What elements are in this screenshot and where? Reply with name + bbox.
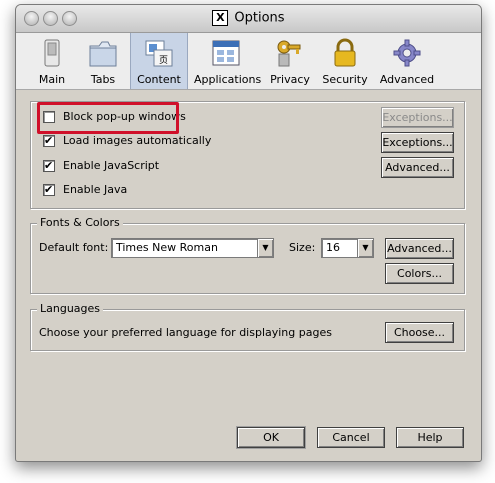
default-font-select[interactable]: Times New Roman ▼ bbox=[111, 238, 274, 258]
javascript-advanced-button[interactable]: Advanced... bbox=[381, 157, 454, 178]
load-images-label: Load images automatically bbox=[63, 134, 212, 147]
chevron-down-icon: ▼ bbox=[257, 239, 273, 257]
tab-content[interactable]: 页 Content bbox=[130, 33, 188, 89]
tab-security[interactable]: Security bbox=[321, 33, 369, 89]
help-button[interactable]: Help bbox=[396, 427, 464, 448]
preferences-toolbar: Main Tabs 页 Content Applications Privacy… bbox=[16, 33, 481, 90]
tab-main[interactable]: Main bbox=[32, 33, 72, 89]
tab-advanced[interactable]: Advanced bbox=[378, 33, 436, 89]
window-title: Options bbox=[234, 10, 285, 26]
size-label: Size: bbox=[289, 241, 316, 254]
font-size-value: 16 bbox=[326, 241, 340, 254]
tab-tabs-label: Tabs bbox=[90, 73, 116, 86]
tab-tabs[interactable]: Tabs bbox=[82, 33, 124, 89]
tab-security-label: Security bbox=[322, 73, 368, 86]
colors-button[interactable]: Colors... bbox=[385, 263, 454, 284]
tab-content-label: Content bbox=[137, 73, 181, 86]
tab-main-label: Main bbox=[38, 73, 66, 86]
gear-icon bbox=[393, 39, 421, 67]
enable-java-checkbox-row[interactable]: Enable Java bbox=[43, 182, 127, 198]
default-font-label: Default font: bbox=[39, 241, 109, 254]
lock-icon bbox=[334, 38, 356, 67]
languages-description: Choose your preferred language for displ… bbox=[39, 326, 332, 339]
tab-applications[interactable]: Applications bbox=[194, 33, 262, 89]
languages-legend: Languages bbox=[37, 302, 104, 315]
cancel-button[interactable]: Cancel bbox=[317, 427, 385, 448]
options-window: X Options Main Tabs 页 Content Applicatio… bbox=[15, 4, 482, 462]
load-images-checkbox[interactable] bbox=[43, 133, 55, 149]
enable-javascript-checkbox-row[interactable]: Enable JavaScript bbox=[43, 158, 159, 174]
ok-button[interactable]: OK bbox=[237, 427, 305, 448]
switch-icon bbox=[44, 39, 60, 67]
popup-exceptions-button[interactable]: Exceptions... bbox=[381, 107, 454, 128]
enable-java-checkbox[interactable] bbox=[43, 182, 55, 198]
tab-privacy[interactable]: Privacy bbox=[268, 33, 312, 89]
content-page-icon: 页 bbox=[145, 40, 173, 67]
fonts-colors-legend: Fonts & Colors bbox=[37, 216, 123, 229]
load-images-checkbox-row[interactable]: Load images automatically bbox=[43, 133, 211, 149]
highlight-box bbox=[37, 102, 179, 134]
tab-advanced-label: Advanced bbox=[379, 73, 435, 86]
applications-window-icon bbox=[212, 40, 240, 66]
enable-javascript-checkbox[interactable] bbox=[43, 158, 55, 174]
title-bar: X Options bbox=[16, 5, 481, 33]
folder-tabs-icon bbox=[89, 41, 117, 67]
fonts-advanced-button[interactable]: Advanced... bbox=[385, 238, 454, 259]
tab-privacy-label: Privacy bbox=[270, 73, 310, 86]
image-exceptions-button[interactable]: Exceptions... bbox=[381, 132, 454, 153]
enable-javascript-label: Enable JavaScript bbox=[63, 159, 160, 172]
svg-text:页: 页 bbox=[159, 55, 168, 66]
chevron-down-icon: ▼ bbox=[357, 239, 373, 257]
default-font-value: Times New Roman bbox=[116, 241, 218, 254]
choose-language-button[interactable]: Choose... bbox=[385, 322, 454, 343]
enable-java-label: Enable Java bbox=[63, 183, 128, 196]
font-size-select[interactable]: 16 ▼ bbox=[321, 238, 374, 258]
x-logo-icon: X bbox=[212, 10, 229, 26]
window-title-wrap: X Options bbox=[16, 10, 481, 26]
tab-applications-label: Applications bbox=[194, 73, 262, 86]
key-icon bbox=[277, 40, 301, 67]
